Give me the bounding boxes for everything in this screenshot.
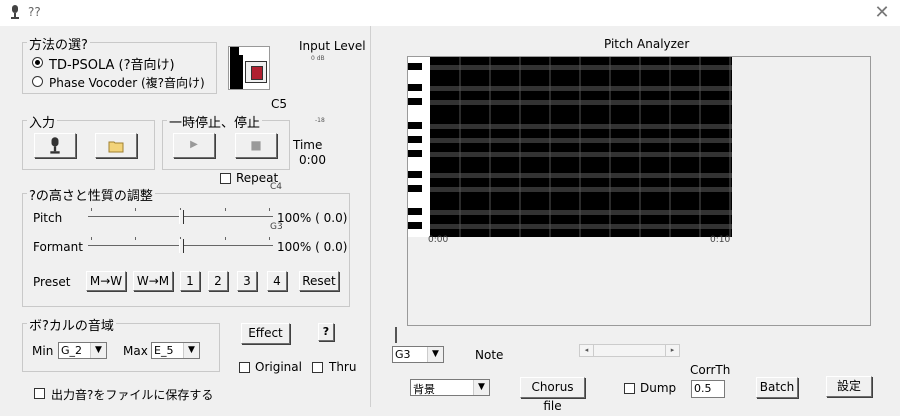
method-group-label: 方法の選? (27, 34, 90, 53)
pitch-slider[interactable] (88, 205, 273, 229)
note-c5-label: C5 (271, 97, 288, 111)
max-select-value: E_5 (154, 344, 174, 357)
time-value: 0:00 (299, 153, 326, 167)
settings-button[interactable]: 設定 (826, 376, 872, 397)
window-title: ?? (28, 5, 41, 19)
chevron-down-icon[interactable]: ▼ (473, 380, 489, 395)
formant-label: Formant (33, 240, 83, 254)
microphone-button[interactable] (34, 133, 76, 158)
td-psola-radio[interactable] (32, 57, 43, 68)
analyzer-title: Pitch Analyzer (604, 37, 690, 51)
formant-value: 100% ( 0.0) (277, 240, 348, 254)
preset-m-to-w-button[interactable]: M→W (86, 271, 126, 291)
display-mode-select[interactable]: 背景 ▼ (410, 379, 490, 396)
pitch-label: Pitch (33, 211, 63, 225)
db-top-label: 0 dB (311, 55, 325, 62)
phase-vocoder-label[interactable]: Phase Vocoder (複?音向け) (49, 74, 205, 91)
formant-slider[interactable] (88, 234, 273, 258)
chevron-down-icon[interactable]: ▼ (183, 343, 199, 358)
min-select[interactable]: G_2 ▼ (58, 342, 107, 359)
input-group-label: 入力 (27, 112, 58, 131)
min-select-value: G_2 (61, 344, 83, 357)
close-icon[interactable]: ✕ (872, 2, 892, 23)
thru-checkbox[interactable] (312, 362, 323, 373)
piano-keys (408, 57, 430, 237)
formant-slider-thumb[interactable] (179, 239, 184, 253)
display-mode-value: 背景 (413, 383, 435, 396)
folder-icon (108, 141, 124, 153)
max-label: Max (123, 344, 148, 358)
note-c4-label: C4 (270, 182, 283, 192)
preset-label: Preset (33, 275, 71, 289)
help-button[interactable]: ? (318, 323, 334, 341)
dump-checkbox[interactable] (624, 383, 635, 394)
preset-2-button[interactable]: 2 (208, 271, 228, 291)
note-label: Note (475, 348, 504, 362)
vocal-range-group-label: ボ?カルの音域 (27, 315, 116, 334)
preset-3-button[interactable]: 3 (237, 271, 257, 291)
preset-4-button[interactable]: 4 (267, 271, 287, 291)
max-select[interactable]: E_5 ▼ (151, 342, 200, 359)
scroll-right-icon[interactable]: ▸ (665, 345, 679, 356)
td-psola-label[interactable]: TD-PSOLA (?音向け) (49, 54, 175, 73)
panel-divider (370, 26, 371, 407)
effect-button[interactable]: Effect (241, 323, 290, 344)
time-start-label: 0:00 (428, 235, 449, 245)
preset-reset-button[interactable]: Reset (299, 271, 339, 291)
input-level-label: Input Level (299, 39, 366, 53)
adjust-group-label: ?の高さと性質の調整 (27, 185, 155, 204)
corrth-label: CorrTh (690, 363, 731, 377)
min-label: Min (32, 344, 54, 358)
play-icon: ▶ (190, 139, 198, 150)
pitch-slider-thumb[interactable] (179, 210, 184, 224)
db-mid-label: -18 (315, 117, 325, 124)
preset-1-button[interactable]: 1 (180, 271, 200, 291)
microphone-icon (50, 137, 60, 154)
chevron-down-icon[interactable]: ▼ (427, 347, 443, 362)
batch-button[interactable]: Batch (756, 377, 798, 398)
note-select-value: G3 (395, 348, 411, 361)
level-bar (230, 47, 239, 89)
dump-label[interactable]: Dump (640, 381, 676, 395)
save-output-checkbox[interactable] (34, 388, 45, 399)
level-peak (239, 55, 243, 89)
piano-roll (408, 57, 732, 237)
help-icon: ? (322, 325, 330, 338)
chorus-file-button[interactable]: Chorus file (520, 377, 585, 413)
original-checkbox[interactable] (239, 362, 250, 373)
pause-stop-group-label: 一時停止、停止 (167, 112, 263, 131)
time-cursor[interactable] (395, 327, 397, 343)
scroll-left-icon[interactable]: ◂ (580, 345, 594, 356)
thru-label[interactable]: Thru (329, 360, 356, 374)
title-bar (0, 0, 900, 26)
microphone-icon (11, 5, 19, 19)
level-meter (228, 46, 270, 90)
play-button[interactable]: ▶ (173, 133, 215, 158)
save-output-label[interactable]: 出力音?をファイルに保存する (51, 386, 213, 403)
phase-vocoder-radio[interactable] (32, 76, 43, 87)
note-select[interactable]: G3 ▼ (392, 346, 444, 363)
repeat-checkbox[interactable] (220, 173, 231, 184)
corrth-value: 0.5 (694, 382, 712, 395)
original-label[interactable]: Original (255, 360, 302, 374)
corrth-input[interactable]: 0.5 (691, 380, 725, 398)
time-end-label: 0:10 (710, 235, 731, 245)
stop-button[interactable]: ■ (235, 133, 277, 158)
open-file-button[interactable] (95, 133, 137, 158)
pitch-value: 100% ( 0.0) (277, 211, 348, 225)
stop-icon: ■ (250, 138, 262, 152)
meter-indicator-icon (245, 61, 267, 83)
preset-w-to-m-button[interactable]: W→M (133, 271, 173, 291)
time-label: Time (293, 138, 323, 152)
horizontal-scrollbar[interactable]: ◂ ▸ (579, 344, 680, 357)
chevron-down-icon[interactable]: ▼ (90, 343, 106, 358)
